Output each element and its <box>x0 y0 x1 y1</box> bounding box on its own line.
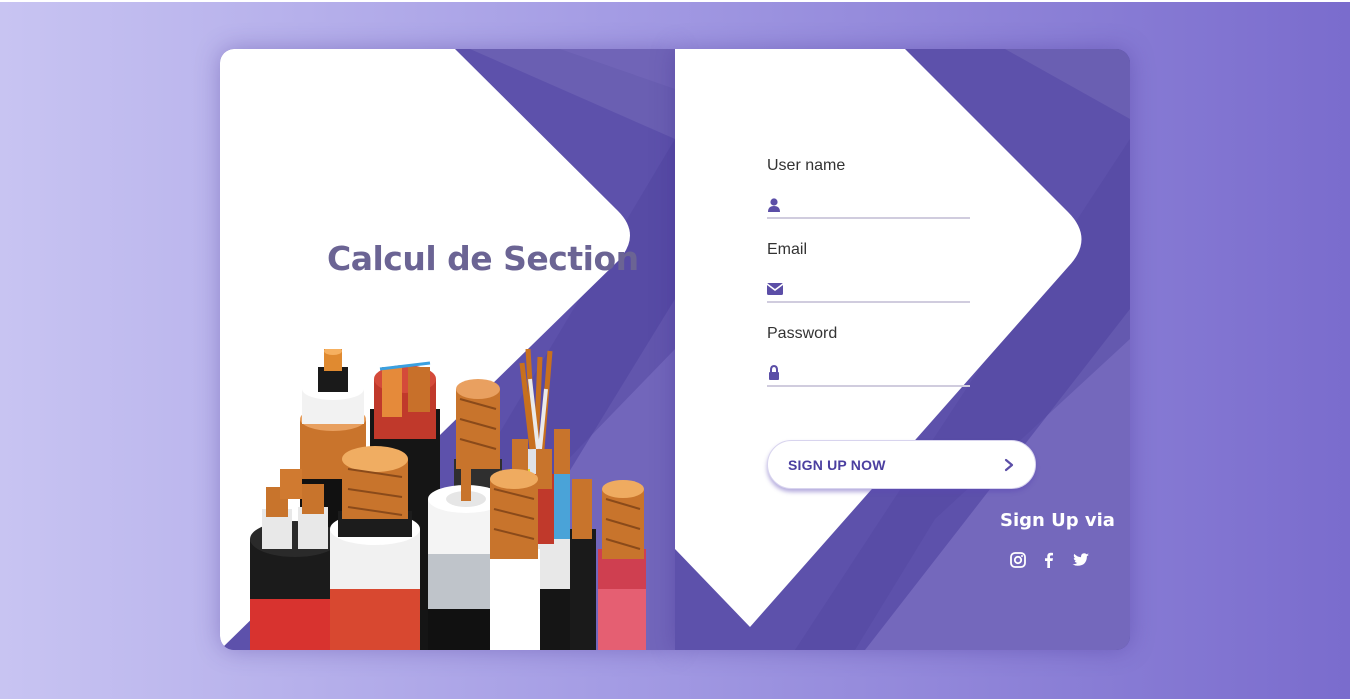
signup-button-label: SIGN UP NOW <box>788 456 886 473</box>
email-input[interactable] <box>789 278 969 300</box>
top-border <box>0 0 1350 2</box>
signup-button[interactable]: SIGN UP NOW <box>767 440 1036 489</box>
email-label: Email <box>767 241 808 258</box>
twitter-icon[interactable] <box>1072 551 1090 569</box>
armoured-cable <box>330 446 420 650</box>
social-heading: Sign Up via <box>1000 510 1115 531</box>
instagram-icon[interactable] <box>1009 551 1027 569</box>
username-label: User name <box>767 157 846 174</box>
signup-panel: User name Email Password SIGN UP NOW Sig… <box>675 49 1130 650</box>
username-input[interactable] <box>789 194 969 216</box>
panel-background <box>675 49 1130 650</box>
branding-panel: Calcul de Section <box>220 49 675 650</box>
electrical-cables-image <box>250 349 646 650</box>
password-input[interactable] <box>789 362 969 384</box>
envelope-icon <box>767 283 783 295</box>
username-underline <box>767 217 970 219</box>
password-underline <box>767 385 970 387</box>
power-cable-right <box>570 479 646 650</box>
chevron-right-icon <box>1004 458 1014 471</box>
twisted-copper-cable <box>490 469 540 650</box>
user-icon <box>768 198 780 212</box>
app-title: Calcul de Section <box>327 239 639 278</box>
lock-icon <box>769 365 779 380</box>
facebook-icon[interactable] <box>1040 551 1058 569</box>
password-label: Password <box>767 325 838 342</box>
email-underline <box>767 301 970 303</box>
